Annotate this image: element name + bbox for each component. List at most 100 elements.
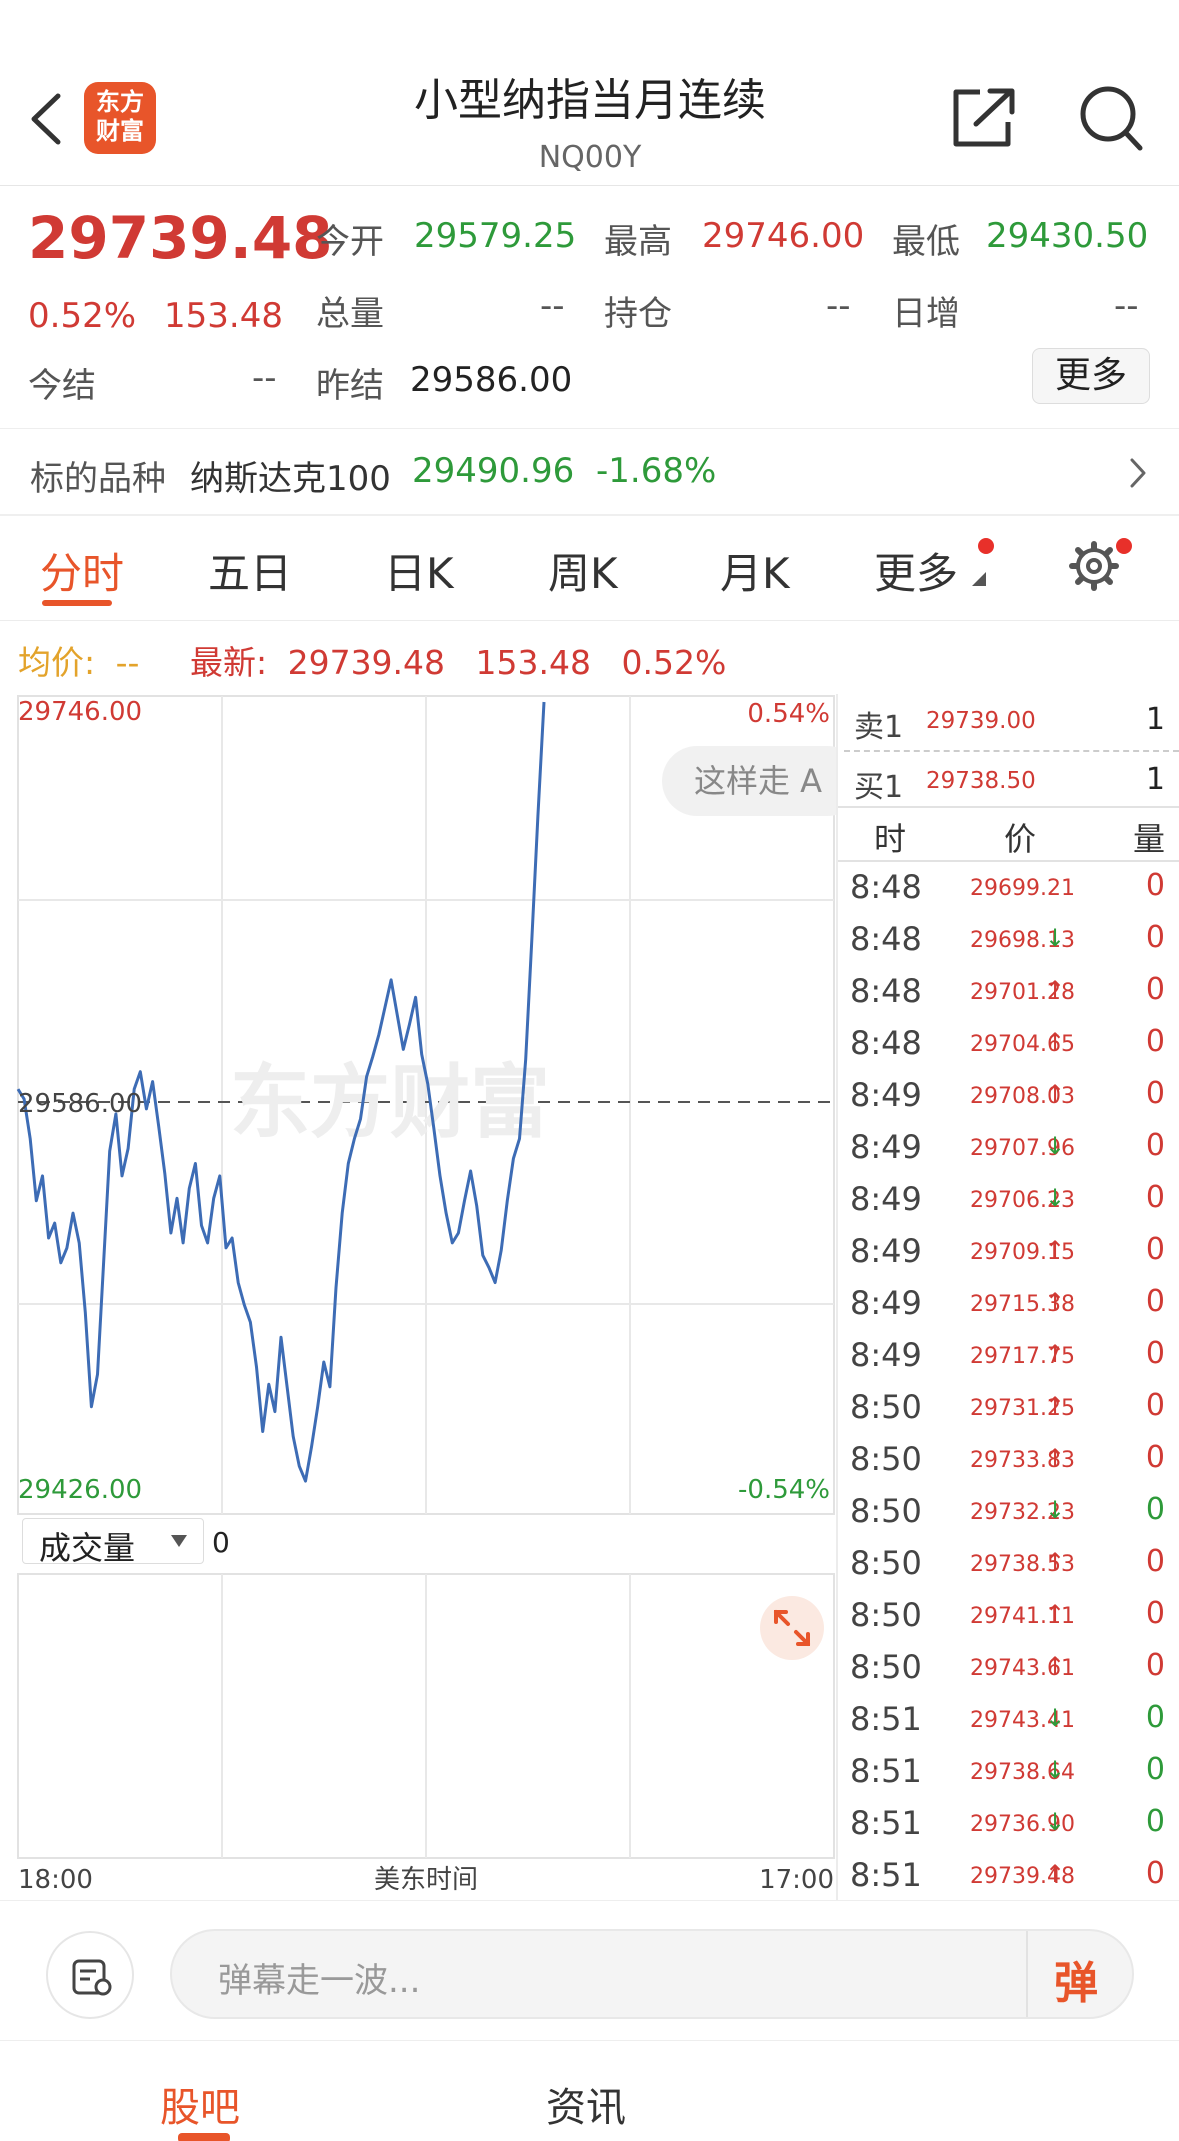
tick-row: 8:50 29738.53 ↑ 0	[836, 1538, 1179, 1590]
tab-monthly-k[interactable]: 月K	[720, 540, 790, 601]
tab-daily-k[interactable]: 日K	[384, 540, 454, 601]
settle-label: 今结	[28, 366, 96, 406]
send-danmaku-button[interactable]: 弹	[1054, 1947, 1098, 2011]
tick-time: 8:50	[850, 1648, 922, 1686]
arrow-up-icon: ↑	[1045, 1444, 1066, 1472]
buy1-row: 买1 29738.50 1	[836, 754, 1179, 806]
arrow-down-icon: ↓	[1045, 1184, 1066, 1212]
tick-row: 8:50 29733.83 ↑ 0	[836, 1434, 1179, 1486]
page-title: 小型纳指当月连续	[414, 75, 766, 126]
tick-volume: 0	[1145, 1596, 1165, 1631]
symbol-code: NQ00Y	[538, 140, 642, 175]
tick-time: 8:48	[850, 868, 922, 906]
tick-time: 8:49	[850, 1180, 922, 1218]
x-axis-start-label: 18:00	[18, 1865, 93, 1895]
prev-settle-label: 昨结	[316, 366, 384, 406]
nav-active-indicator	[178, 2133, 230, 2141]
tab-five-day[interactable]: 五日	[208, 540, 292, 601]
tick-volume: 0	[1145, 1700, 1165, 1735]
intraday-chart[interactable]: 东方财富 29746.00 29586.00 29426.00 0.54% -0…	[0, 690, 836, 1900]
buy1-label: 买1	[854, 770, 904, 805]
nav-news[interactable]: 资讯	[546, 2075, 626, 2133]
arrow-up-icon: ↑	[1045, 1340, 1066, 1368]
sell1-volume: 1	[1145, 702, 1165, 737]
tick-time: 8:48	[850, 1024, 922, 1062]
dropdown-corner-icon	[972, 572, 986, 586]
high-value: 29746.00	[702, 216, 865, 256]
section-divider	[0, 514, 1179, 516]
tab-weekly-k[interactable]: 周K	[548, 540, 618, 601]
danmaku-settings-button[interactable]	[46, 1931, 134, 2019]
underlying-change: -1.68%	[596, 451, 717, 491]
buy1-volume: 1	[1145, 762, 1165, 797]
ticks-header-price: 价	[1004, 820, 1037, 858]
tick-time: 8:49	[850, 1128, 922, 1166]
arrow-up-icon: ↑	[1045, 1028, 1066, 1056]
settings-gear-icon[interactable]	[1068, 540, 1120, 592]
underlying-label: 标的品种	[30, 459, 166, 499]
underlying-name: 纳斯达克100	[190, 459, 391, 499]
volume-value: --	[540, 286, 565, 326]
tick-time: 8:50	[850, 1492, 922, 1530]
arrow-down-icon: ↓	[1045, 1704, 1066, 1732]
share-icon[interactable]	[950, 86, 1020, 150]
tick-row: 8:51 29738.64 ↓ 0	[836, 1746, 1179, 1798]
arrow-up-icon: ↑	[1045, 976, 1066, 1004]
chart-info-line: 均价: -- 最新: 29739.48 153.48 0.52%	[18, 636, 726, 684]
tick-time: 8:51	[850, 1804, 922, 1842]
tick-row: 8:50 29732.23 ↓ 0	[836, 1486, 1179, 1538]
tick-volume: 0	[1145, 1076, 1165, 1111]
daily-increase-label: 日增	[892, 294, 960, 334]
low-value: 29430.50	[986, 216, 1149, 256]
tick-row: 8:49 29715.38 ↑ 0	[836, 1278, 1179, 1330]
sell1-label: 卖1	[854, 710, 904, 745]
tick-time: 8:49	[850, 1232, 922, 1270]
tick-row: 8:50 29743.61 ↑ 0	[836, 1642, 1179, 1694]
tick-row: 8:51 29739.48 ↑ 0	[836, 1850, 1179, 1902]
tick-volume: 0	[1145, 868, 1165, 903]
open-interest-label: 持仓	[604, 294, 672, 334]
tick-time: 8:49	[850, 1336, 922, 1374]
avg-price-value: --	[115, 643, 140, 682]
tick-time: 8:48	[850, 972, 922, 1010]
arrow-up-icon: ↑	[1045, 1548, 1066, 1576]
ticks-header-time: 时	[874, 820, 907, 858]
danmaku-settings-icon	[72, 1959, 112, 1996]
comment-bar: 弹幕走一波... 弹	[0, 1900, 1179, 2040]
bottom-navigation: 股吧 资讯	[0, 2040, 1179, 2141]
ticks-list[interactable]: 8:48 29699.21 0 8:48 29698.13 ↓ 0 8:48 29701.28 ↑…	[836, 862, 1179, 1902]
tick-row: 8:51 29736.90 ↓ 0	[836, 1798, 1179, 1850]
pct-bottom-label: -0.54%	[738, 1475, 830, 1505]
prev-settle-value: 29586.00	[410, 360, 573, 400]
tab-intraday[interactable]: 分时	[40, 540, 124, 601]
volume-indicator-select[interactable]: 成交量	[22, 1518, 204, 1567]
tick-volume: 0	[1145, 1648, 1165, 1683]
search-icon[interactable]	[1078, 84, 1144, 154]
tick-price: 29699.21	[970, 876, 1075, 901]
top-header: 东方 财富 小型纳指当月连续 NQ00Y	[0, 0, 1179, 186]
settings-notification-dot	[1116, 538, 1132, 554]
sell1-price: 29739.00	[926, 708, 1036, 734]
arrow-up-icon: ↑	[1045, 1392, 1066, 1420]
underlying-row[interactable]: 标的品种 纳斯达克100 29490.96 -1.68%	[0, 428, 1179, 514]
tick-row: 8:48 29699.21 0	[836, 862, 1179, 914]
settle-value: --	[252, 358, 277, 398]
danmaku-input[interactable]: 弹幕走一波... 弹	[170, 1929, 1134, 2019]
x-axis-end-label: 17:00	[759, 1865, 834, 1895]
expand-button-bg[interactable]	[760, 1596, 824, 1660]
change-amount: 153.48	[164, 296, 283, 336]
notification-dot	[978, 538, 994, 554]
caret-down-icon	[171, 1535, 187, 1547]
arrow-down-icon: ↓	[1045, 1756, 1066, 1784]
daily-increase-value: --	[1114, 286, 1139, 326]
ticks-header-volume: 量	[1132, 820, 1165, 858]
tick-row: 8:49 29708.03 ↑ 0	[836, 1070, 1179, 1122]
back-arrow-icon[interactable]	[24, 92, 70, 146]
tab-more[interactable]: 更多	[874, 540, 958, 601]
y-axis-bottom-label: 29426.00	[18, 1475, 142, 1505]
arrow-down-icon: ↓	[1045, 1132, 1066, 1160]
nav-stock-forum[interactable]: 股吧	[160, 2075, 240, 2133]
more-button[interactable]: 更多	[1032, 348, 1150, 404]
input-divider	[1026, 1931, 1028, 2017]
tick-time: 8:48	[850, 920, 922, 958]
